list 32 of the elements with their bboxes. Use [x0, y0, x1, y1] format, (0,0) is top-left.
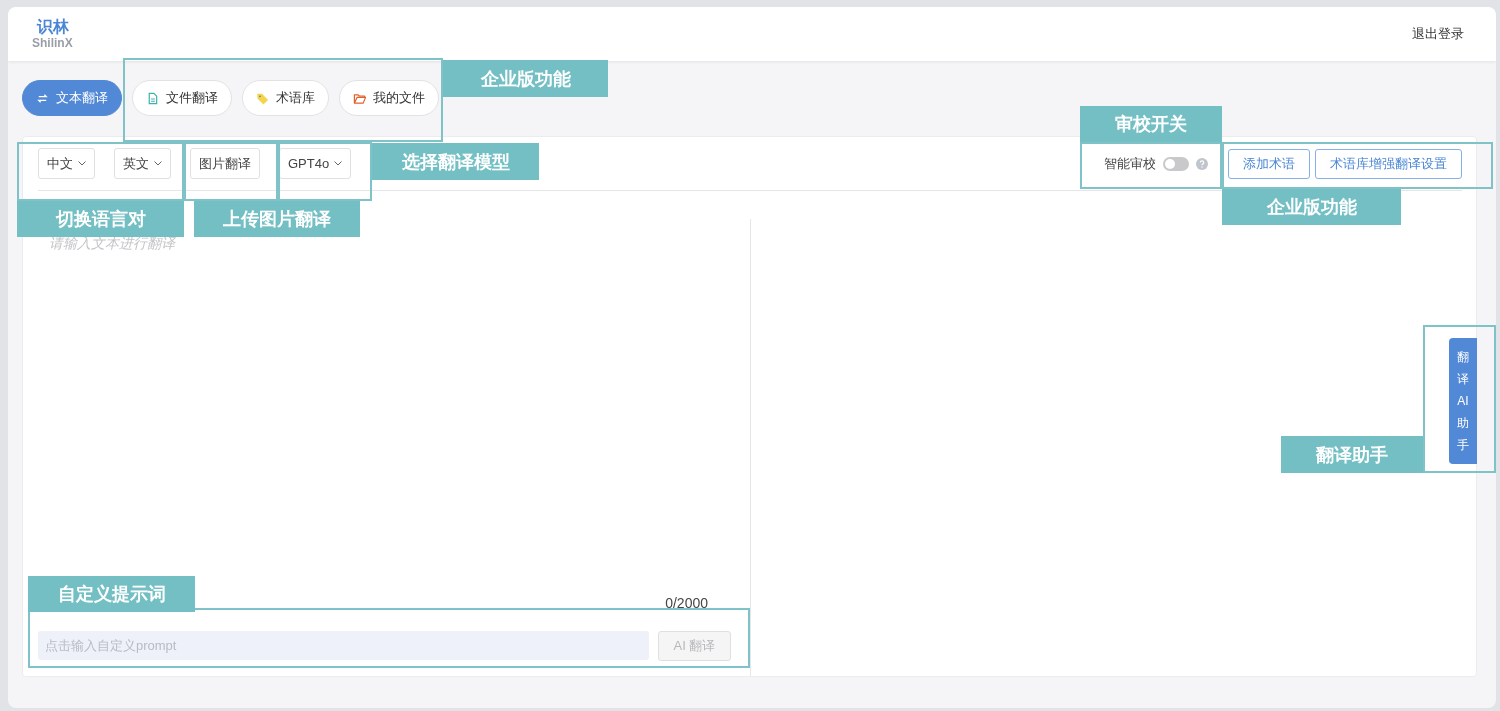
annotation-label: 企业版功能: [1222, 189, 1401, 225]
annotation-label: 自定义提示词: [28, 576, 195, 612]
annotation-label: 翻译助手: [1281, 436, 1423, 473]
ai-assistant-tab[interactable]: 翻译AI助手: [1449, 338, 1477, 464]
caret-icon: [78, 161, 86, 166]
annotation-label: 上传图片翻译: [194, 201, 360, 237]
character-counter: 0/2000: [665, 595, 708, 611]
target-language-dropdown[interactable]: 英文: [114, 148, 171, 179]
annotation-label: 切换语言对: [17, 201, 184, 237]
logo-subtitle: ShilinX: [32, 36, 73, 51]
outline-button[interactable]: 添加术语: [1228, 148, 1310, 179]
annotation-label: 选择翻译模型: [372, 143, 539, 180]
tab[interactable]: 文件翻译: [132, 80, 232, 116]
image-translate-button[interactable]: 图片翻译: [190, 148, 260, 179]
review-label: 智能审校: [1104, 154, 1156, 173]
tab[interactable]: 我的文件: [339, 80, 439, 116]
caret-icon: [334, 161, 343, 166]
help-icon[interactable]: [1196, 157, 1208, 170]
annotation-label: 审校开关: [1080, 106, 1222, 142]
tag-icon: [256, 91, 269, 105]
tab[interactable]: 文本翻译: [22, 80, 122, 116]
caret-icon: [154, 161, 162, 166]
annotation-label: 企业版功能: [443, 60, 608, 97]
model-dropdown[interactable]: GPT4o: [279, 148, 352, 179]
logo-title: 识林: [35, 17, 69, 36]
folder-icon: [353, 91, 366, 105]
tab[interactable]: 术语库: [242, 80, 329, 116]
logout-link[interactable]: 退出登录: [1412, 25, 1464, 43]
review-toggle[interactable]: [1163, 156, 1189, 171]
document-icon: [146, 91, 159, 105]
source-language-dropdown[interactable]: 中文: [38, 148, 95, 179]
outline-button[interactable]: 术语库增强翻译设置: [1315, 148, 1462, 179]
